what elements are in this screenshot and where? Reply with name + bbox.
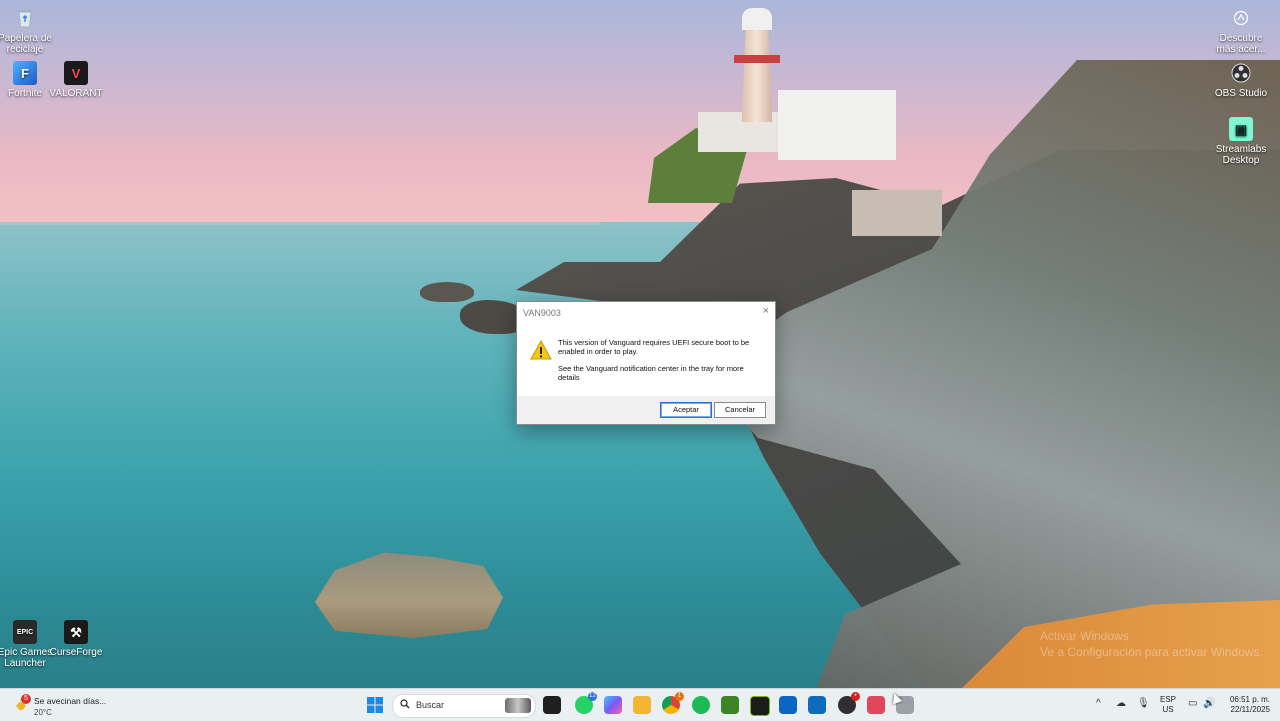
desktop-icon-label: VALORANT — [49, 88, 103, 99]
vanguard-error-dialog: VAN9003 × This version of Vanguard requi… — [516, 301, 776, 425]
start-button[interactable] — [366, 696, 384, 714]
desktop-icon-label: OBS Studio — [1214, 88, 1268, 99]
onedrive-icon[interactable]: ☁ — [1116, 698, 1126, 709]
dialog-message-line: See the Vanguard notification center in … — [558, 364, 744, 382]
activate-windows-watermark: Activar Windows Ve a Configuración para … — [1040, 628, 1263, 660]
input-language-indicator[interactable]: ESP US — [1160, 695, 1176, 715]
watermark-title: Activar Windows — [1040, 629, 1129, 643]
wallpaper-building — [852, 190, 942, 236]
show-hidden-icons-chevron[interactable]: ^ — [1096, 698, 1101, 709]
desktop-icon-discover[interactable]: Descubre más acer... — [1209, 6, 1273, 55]
desktop-icon-valorant[interactable]: V VALORANT — [44, 61, 108, 99]
curseforge-icon: ⚒ — [64, 620, 88, 644]
taskbar: 5 Se avecinan días... 20°C Buscar 12 1 •… — [0, 688, 1280, 721]
clock-date: 22/11/2025 — [1230, 705, 1270, 714]
language-code: ESP — [1160, 695, 1177, 704]
obs-icon — [1229, 61, 1253, 85]
taskbar-search-box[interactable]: Buscar — [392, 694, 536, 718]
cancel-button[interactable]: Cancelar — [714, 402, 766, 418]
weather-widget[interactable]: 5 Se avecinan días... 20°C — [14, 692, 134, 718]
search-icon — [400, 699, 410, 709]
wallpaper-building — [778, 90, 896, 160]
recycle-bin-icon — [13, 6, 37, 30]
volume-icon[interactable]: 🔊 — [1203, 698, 1215, 709]
watermark-subtitle: Ve a Configuración para activar Windows. — [1040, 645, 1263, 659]
desktop-icon-label: CurseForge — [49, 647, 103, 658]
dialog-title: VAN9003 — [523, 308, 561, 318]
desktop-icon-label: Streamlabs Desktop — [1215, 144, 1267, 166]
wallpaper-horizon — [0, 222, 600, 225]
taskbar-app-minecraft[interactable] — [721, 696, 739, 714]
keyboard-layout: US — [1162, 705, 1174, 714]
recording-badge: • — [851, 692, 860, 701]
desktop-icon-label: Papelera de reciclaje — [0, 33, 52, 55]
wallpaper-lighthouse-balcony — [734, 55, 780, 63]
streamlabs-icon: ▣ — [1229, 117, 1253, 141]
taskbar-app-chrome[interactable]: 1 — [662, 692, 684, 714]
taskbar-app-obs[interactable]: • — [838, 692, 860, 714]
search-placeholder: Buscar — [416, 700, 445, 710]
desktop-icon-streamlabs[interactable]: ▣ Streamlabs Desktop — [1209, 117, 1273, 166]
discover-icon — [1229, 6, 1253, 30]
warning-icon — [530, 339, 552, 360]
taskbar-app-file-explorer[interactable] — [633, 696, 651, 714]
weather-text: Se avecinan días... — [34, 696, 107, 706]
desktop-icon-curseforge[interactable]: ⚒ CurseForge — [44, 620, 108, 658]
taskbar-app-spotify[interactable] — [692, 696, 710, 714]
notification-badge: 1 — [675, 692, 684, 701]
dialog-message: This version of Vanguard requires UEFI s… — [558, 338, 758, 390]
taskbar-app-copilot[interactable] — [604, 696, 622, 714]
close-icon[interactable]: × — [763, 305, 769, 317]
dialog-message-line: This version of Vanguard requires UEFI s… — [558, 338, 750, 356]
taskbar-app-outlook[interactable] — [808, 696, 826, 714]
taskbar-app-whatsapp[interactable]: 12 — [575, 692, 597, 714]
desktop-icon-recycle-bin[interactable]: Papelera de reciclaje — [0, 6, 57, 55]
fortnite-icon: F — [13, 61, 37, 85]
accept-button[interactable]: Aceptar — [660, 402, 712, 418]
taskbar-app-task-view[interactable] — [543, 696, 561, 714]
taskbar-app-nvidia[interactable] — [750, 696, 770, 716]
windows-logo-icon — [367, 697, 383, 713]
wallpaper-lighthouse-lantern — [742, 8, 772, 30]
desktop-icon-obs-studio[interactable]: OBS Studio — [1209, 61, 1273, 99]
taskbar-app-valorant[interactable] — [867, 696, 885, 714]
notification-badge: 12 — [588, 692, 597, 701]
weather-badge: 5 — [21, 694, 31, 704]
valorant-icon: V — [64, 61, 88, 85]
network-icon[interactable]: ▭ — [1188, 698, 1197, 709]
weather-temperature: 20°C — [34, 708, 52, 717]
clock[interactable]: 06:51 p. m. 22/11/2025 — [1224, 695, 1270, 715]
clock-time: 06:51 p. m. — [1229, 695, 1270, 704]
dialog-button-bar: Aceptar Cancelar — [517, 396, 775, 424]
desktop-icon-label: Descubre más acer... — [1216, 33, 1266, 55]
epic-games-icon: EPIC — [13, 620, 37, 644]
microphone-icon[interactable]: 🎙 — [1137, 698, 1150, 709]
taskbar-app-store[interactable] — [779, 696, 797, 714]
search-highlight-image — [505, 698, 531, 713]
wallpaper-rock — [420, 282, 474, 302]
